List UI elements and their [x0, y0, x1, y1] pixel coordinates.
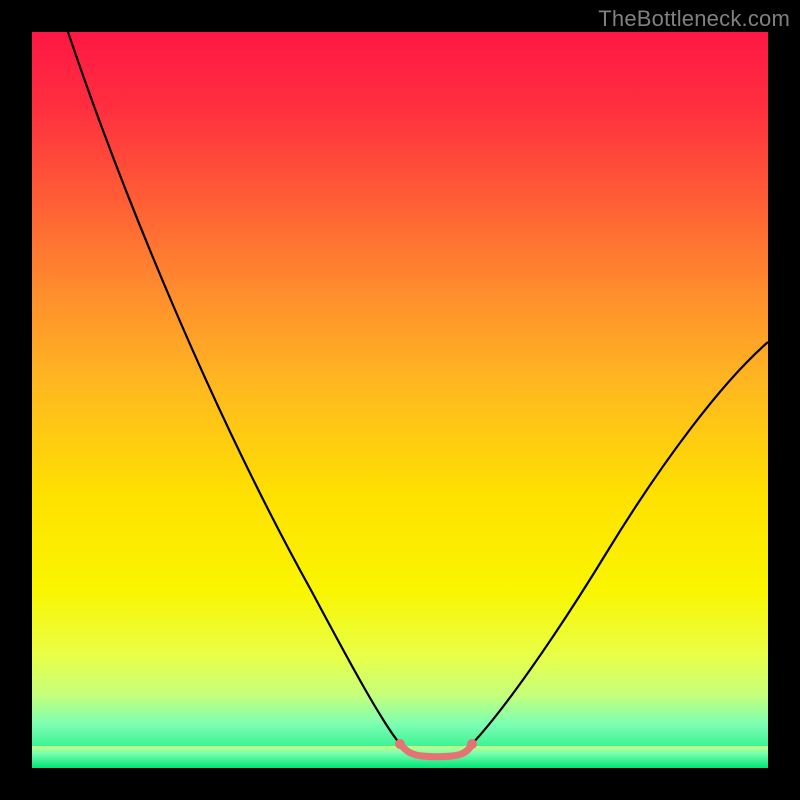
bottleneck-curve-right: [472, 342, 768, 744]
watermark-text: TheBottleneck.com: [598, 6, 790, 32]
curve-layer: [32, 32, 768, 768]
optimal-region-marker: [400, 744, 472, 757]
bottleneck-curve-left: [68, 32, 400, 744]
chart-frame: TheBottleneck.com: [0, 0, 800, 800]
optimal-dot-right: [467, 739, 477, 749]
plot-area: [32, 32, 768, 768]
optimal-dot-left: [395, 739, 405, 749]
